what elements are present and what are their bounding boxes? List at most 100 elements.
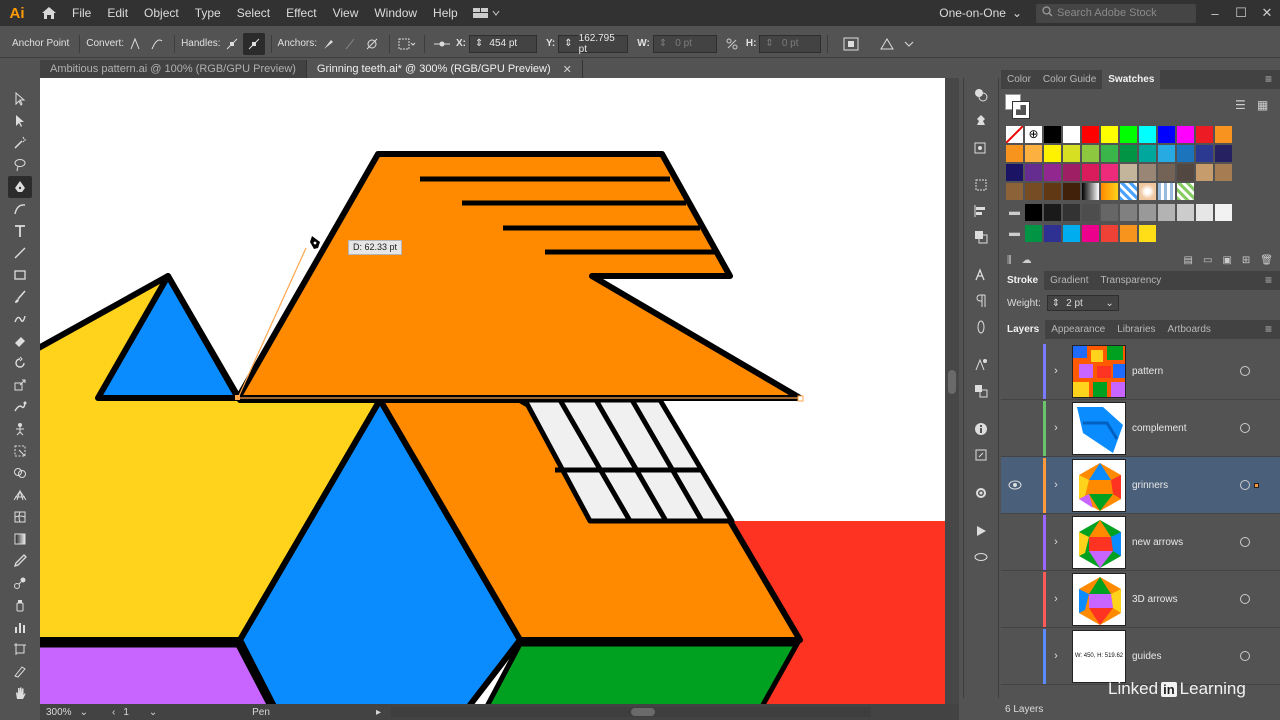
info-panel-icon[interactable] [970,418,992,440]
layer-name[interactable]: complement [1132,423,1236,434]
tab-grinning-teeth[interactable]: Grinning teeth.ai* @ 300% (RGB/GPU Previ… [306,60,583,78]
swatch[interactable] [1063,126,1080,143]
height-field[interactable]: ⇕ 0 pt [759,34,822,53]
mesh-tool-icon[interactable] [8,506,32,528]
play-icon[interactable]: ▸ [376,707,381,718]
panel-menu-icon[interactable]: ≡ [1265,322,1272,336]
layer-name[interactable]: 3D arrows [1132,594,1236,605]
status-tool[interactable]: Pen [186,705,336,719]
appearance-panel-icon[interactable] [970,354,992,376]
chevron-right-icon[interactable]: › [1046,479,1066,491]
swatch[interactable] [1025,204,1042,221]
swatch[interactable] [1177,164,1194,181]
artboard-navigator[interactable]: ‹ 1 ⌄ [106,705,186,719]
swatch-grid[interactable]: ⊕ ▬ ▬ [1006,126,1251,256]
tab-color[interactable]: Color [1001,70,1037,89]
gradient-tool-icon[interactable] [8,528,32,550]
swatch[interactable] [1139,204,1156,221]
remove-anchor-icon[interactable] [317,33,339,55]
chevron-right-icon[interactable]: › [1046,536,1066,548]
navigator-panel-icon[interactable] [970,546,992,568]
tab-libraries[interactable]: Libraries [1111,320,1161,339]
hide-handles-icon[interactable] [242,32,265,55]
layer-target-icon[interactable] [1240,480,1250,490]
swatch[interactable] [1139,145,1156,162]
swatch-pattern[interactable] [1082,183,1099,200]
swatch[interactable] [1177,145,1194,162]
swatch[interactable] [1082,204,1099,221]
chevron-right-icon[interactable]: › [1046,365,1066,377]
opentype-panel-icon[interactable] [970,316,992,338]
tab-transparency[interactable]: Transparency [1094,271,1167,290]
swatch[interactable] [1120,225,1137,242]
slice-tool-icon[interactable] [8,660,32,682]
prev-artboard-icon[interactable]: ‹ [112,707,115,718]
warp-tool-icon[interactable] [8,396,32,418]
connect-anchor-icon[interactable] [339,33,361,55]
swatch[interactable] [1215,204,1232,221]
swatch[interactable] [1196,145,1213,162]
rectangle-tool-icon[interactable] [8,264,32,286]
links-panel-icon[interactable] [970,444,992,466]
swatch[interactable] [1120,204,1137,221]
swatch-kind-icon[interactable]: ▤ [1184,255,1193,266]
swatch-registration[interactable]: ⊕ [1025,126,1042,143]
swatch[interactable] [1215,145,1232,162]
y-position-field[interactable]: ⇕ 162.795 pt [558,33,629,55]
pen-tool-icon[interactable] [8,176,32,198]
panel-menu-chevron-icon[interactable] [898,33,920,55]
swatch[interactable] [1063,164,1080,181]
transform-panel-icon[interactable] [970,174,992,196]
search-input[interactable]: Search Adobe Stock [1036,3,1196,23]
close-icon[interactable]: ✕ [563,63,572,76]
layer-name[interactable]: pattern [1132,366,1236,377]
tab-color-guide[interactable]: Color Guide [1037,70,1102,89]
graphic-styles-panel-icon[interactable] [970,380,992,402]
layer-row-3d-arrows[interactable]: › 3D arrows [1001,571,1280,628]
list-view-icon[interactable]: ☰ [1235,98,1246,112]
swatch[interactable] [1082,225,1099,242]
symbols-panel-icon[interactable] [970,136,992,158]
free-transform-tool-icon[interactable] [8,440,32,462]
scrollbar-thumb[interactable] [631,708,656,716]
swatch[interactable] [1101,126,1118,143]
menu-edit[interactable]: Edit [99,6,136,20]
menu-window[interactable]: Window [366,6,425,20]
swatch[interactable] [1025,225,1042,242]
tab-ambitious-pattern[interactable]: Ambitious pattern.ai @ 100% (RGB/GPU Pre… [40,60,307,78]
swatch[interactable] [1044,225,1061,242]
swatch[interactable] [1101,164,1118,181]
swatch[interactable] [1215,126,1232,143]
layer-name[interactable]: new arrows [1132,537,1236,548]
menu-object[interactable]: Object [136,6,187,20]
shaper-tool-icon[interactable] [8,308,32,330]
tab-swatches[interactable]: Swatches [1102,70,1161,89]
arrange-documents-button[interactable] [466,7,506,19]
menu-view[interactable]: View [325,6,367,20]
minimize-button[interactable]: – [1202,0,1228,26]
swatch[interactable] [1025,183,1042,200]
lasso-tool-icon[interactable] [8,154,32,176]
transform-options-icon[interactable] [876,33,898,55]
swatch[interactable] [1044,164,1061,181]
layer-row-guides[interactable]: › W: 450, H: 519.62 guides [1001,628,1280,685]
layer-target-icon[interactable] [1240,366,1250,376]
swatch[interactable] [1196,126,1213,143]
pathfinder-panel-icon[interactable] [970,226,992,248]
layer-target-icon[interactable] [1240,423,1250,433]
menu-help[interactable]: Help [425,6,466,20]
convert-corner-icon[interactable] [124,33,146,55]
width-field[interactable]: ⇕ 0 pt [652,34,717,53]
properties-panel-icon[interactable] [970,482,992,504]
chevron-right-icon[interactable]: › [1046,593,1066,605]
swatch[interactable] [1215,164,1232,181]
zoom-select[interactable]: 300% ⌄ [40,705,106,719]
swatch[interactable] [1177,126,1194,143]
swatch[interactable] [1101,145,1118,162]
shape-builder-tool-icon[interactable] [8,462,32,484]
tab-stroke[interactable]: Stroke [1001,271,1045,290]
swatch[interactable] [1044,145,1061,162]
layer-target-icon[interactable] [1240,651,1250,661]
eraser-tool-icon[interactable] [8,330,32,352]
swatch[interactable] [1063,204,1080,221]
